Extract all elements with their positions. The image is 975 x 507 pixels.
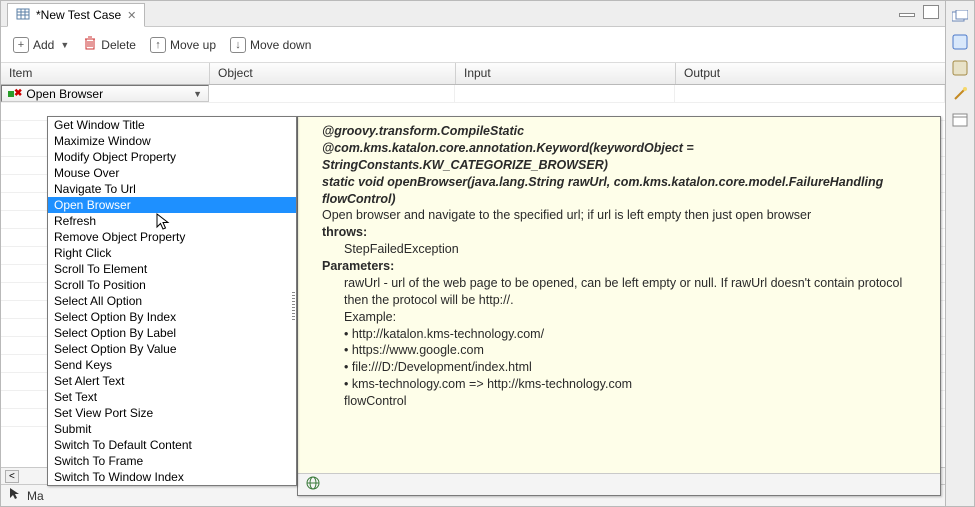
- error-x-icon: ✖: [14, 88, 22, 99]
- dropdown-item[interactable]: Remove Object Property: [48, 229, 296, 245]
- dropdown-item[interactable]: Switch To Window Index: [48, 469, 296, 485]
- doc-example: • kms-technology.com => http://kms-techn…: [344, 376, 928, 393]
- object-cell[interactable]: [209, 85, 455, 102]
- view-c-icon[interactable]: [951, 111, 969, 129]
- dropdown-item[interactable]: Select Option By Label: [48, 325, 296, 341]
- table-row[interactable]: ✖ Open Browser ▼: [1, 85, 945, 103]
- dropdown-item[interactable]: Switch To Frame: [48, 453, 296, 469]
- wand-icon[interactable]: [951, 85, 969, 103]
- arrow-down-icon: ↓: [230, 37, 246, 53]
- chevron-down-icon[interactable]: ▼: [60, 40, 69, 50]
- dropdown-item[interactable]: Set Text: [48, 389, 296, 405]
- maximize-icon[interactable]: [923, 5, 939, 19]
- dropdown-item[interactable]: Open Browser: [48, 197, 296, 213]
- table-icon: [16, 7, 30, 24]
- col-object[interactable]: Object: [209, 63, 455, 84]
- dropdown-item[interactable]: Scroll To Position: [48, 277, 296, 293]
- mode-manual[interactable]: Ma: [27, 489, 44, 503]
- arrow-up-icon: ↑: [150, 37, 166, 53]
- dropdown-item[interactable]: Send Keys: [48, 357, 296, 373]
- keyword-dropdown[interactable]: Get Window TitleMaximize WindowModify Ob…: [47, 116, 297, 486]
- dropdown-item[interactable]: Scroll To Element: [48, 261, 296, 277]
- doc-annotation: @com.kms.katalon.core.annotation.Keyword…: [322, 140, 928, 174]
- doc-signature: static void openBrowser(java.lang.String…: [322, 174, 928, 208]
- dropdown-item[interactable]: Submit: [48, 421, 296, 437]
- resize-handle[interactable]: [289, 116, 297, 496]
- doc-description: Open browser and navigate to the specifi…: [322, 207, 928, 224]
- editor-tab-strip: *New Test Case ✕: [1, 1, 945, 27]
- doc-example-head: Example:: [344, 309, 928, 326]
- dropdown-item[interactable]: Select Option By Value: [48, 341, 296, 357]
- editor-tab[interactable]: *New Test Case ✕: [7, 3, 145, 27]
- tab-title: *New Test Case: [36, 8, 121, 22]
- doc-throws: StepFailedException: [344, 241, 928, 258]
- dropdown-item[interactable]: Modify Object Property: [48, 149, 296, 165]
- move-down-button[interactable]: ↓ Move down: [230, 37, 311, 53]
- chevron-down-icon[interactable]: ▼: [193, 89, 202, 99]
- doc-example: • http://katalon.kms-technology.com/: [344, 326, 928, 343]
- scroll-left-icon[interactable]: <: [5, 470, 19, 483]
- dropdown-item[interactable]: Select Option By Index: [48, 309, 296, 325]
- col-output[interactable]: Output: [675, 63, 945, 84]
- keyword-doc-panel: @groovy.transform.CompileStatic @com.kms…: [297, 116, 941, 496]
- item-cell-value: Open Browser: [26, 87, 103, 101]
- dropdown-item[interactable]: Set View Port Size: [48, 405, 296, 421]
- doc-param: rawUrl - url of the web page to be opene…: [344, 275, 928, 309]
- dropdown-item[interactable]: Set Alert Text: [48, 373, 296, 389]
- dropdown-item[interactable]: Get Window Title: [48, 117, 296, 133]
- dropdown-item[interactable]: Refresh: [48, 213, 296, 229]
- plus-icon: +: [13, 37, 29, 53]
- restore-view-icon[interactable]: [951, 7, 969, 25]
- item-cell-editing[interactable]: ✖ Open Browser ▼: [1, 85, 209, 102]
- dropdown-item[interactable]: Select All Option: [48, 293, 296, 309]
- add-button[interactable]: + Add ▼: [13, 37, 69, 53]
- dropdown-item[interactable]: Navigate To Url: [48, 181, 296, 197]
- minimize-icon[interactable]: [899, 13, 915, 17]
- cursor-icon: [9, 487, 21, 504]
- col-item[interactable]: Item: [1, 63, 209, 84]
- globe-icon[interactable]: [306, 476, 320, 493]
- doc-param: flowControl: [344, 393, 928, 410]
- col-input[interactable]: Input: [455, 63, 675, 84]
- move-up-button[interactable]: ↑ Move up: [150, 37, 216, 53]
- doc-annotation: @groovy.transform.CompileStatic: [322, 123, 928, 140]
- doc-example: • file:///D:/Development/index.html: [344, 359, 928, 376]
- table-header: Item Object Input Output: [1, 63, 945, 85]
- doc-example: • https://www.google.com: [344, 342, 928, 359]
- toolbar: + Add ▼ Delete ↑ Move up ↓ Move down: [1, 27, 945, 63]
- input-cell[interactable]: [455, 85, 675, 102]
- doc-params-head: Parameters:: [322, 258, 928, 275]
- dropdown-item[interactable]: Maximize Window: [48, 133, 296, 149]
- delete-button[interactable]: Delete: [83, 35, 136, 54]
- dropdown-item[interactable]: Right Click: [48, 245, 296, 261]
- output-cell[interactable]: [675, 85, 945, 102]
- close-icon[interactable]: ✕: [127, 9, 136, 22]
- doc-throws-head: throws:: [322, 224, 928, 241]
- view-b-icon[interactable]: [951, 59, 969, 77]
- dropdown-item[interactable]: Mouse Over: [48, 165, 296, 181]
- right-sidebar: [946, 0, 975, 507]
- trash-icon: [83, 35, 97, 54]
- doc-footer: [298, 473, 940, 495]
- doc-body[interactable]: @groovy.transform.CompileStatic @com.kms…: [298, 117, 940, 473]
- dropdown-item[interactable]: Switch To Default Content: [48, 437, 296, 453]
- view-a-icon[interactable]: [951, 33, 969, 51]
